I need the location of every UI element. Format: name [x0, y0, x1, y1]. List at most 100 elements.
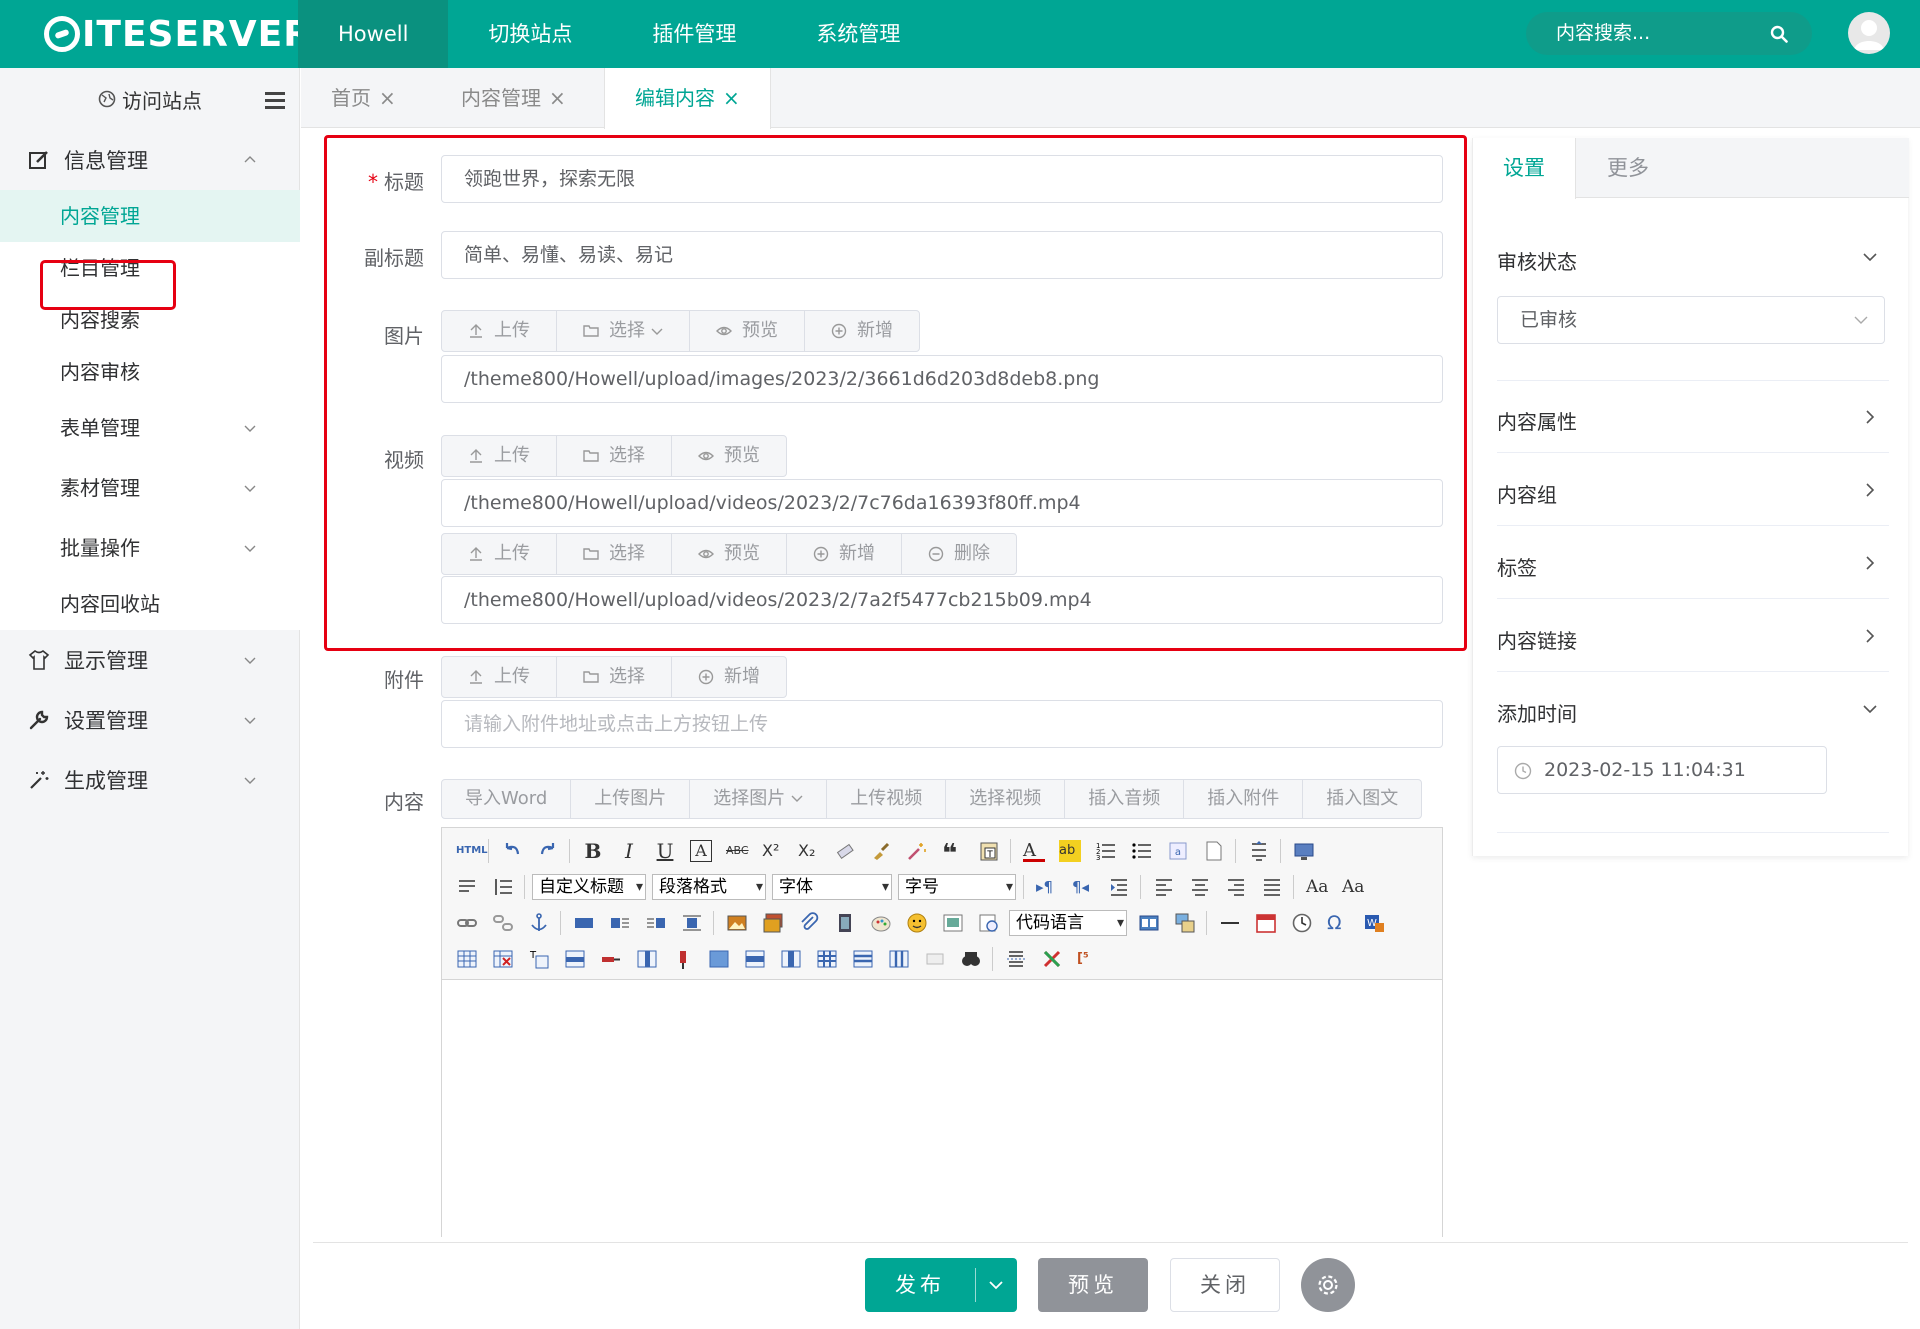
split-rows-icon[interactable] — [852, 948, 874, 970]
select-video-button[interactable]: 选择视频 — [946, 780, 1066, 818]
audit-status-select[interactable]: 已审核 — [1497, 296, 1885, 344]
nav-plugin-management[interactable]: 插件管理 — [612, 0, 776, 68]
insert-image-text-button[interactable]: 插入图文 — [1303, 780, 1421, 818]
emotion-icon[interactable] — [906, 912, 928, 934]
eraser-icon[interactable] — [834, 840, 856, 862]
delete-table-icon[interactable] — [492, 948, 514, 970]
image-left-icon[interactable] — [609, 912, 631, 934]
content-attributes-section[interactable]: 内容属性 — [1497, 406, 1889, 435]
unlink-icon[interactable] — [492, 912, 514, 934]
menu-group-generate-management[interactable]: 生成管理 — [0, 750, 300, 810]
word-image-icon[interactable]: W — [1363, 912, 1385, 934]
align-right-icon[interactable] — [1225, 876, 1247, 898]
split-cells-icon[interactable] — [816, 948, 838, 970]
close-icon[interactable]: × — [379, 86, 396, 110]
unordered-list-icon[interactable] — [1131, 840, 1153, 862]
add-time-section[interactable]: 添加时间 — [1497, 698, 1889, 727]
indent-icon[interactable] — [1108, 876, 1130, 898]
page-break-icon[interactable] — [1138, 912, 1160, 934]
blockquote-icon[interactable]: ❝ — [942, 840, 964, 868]
ordered-list-icon[interactable]: 123 — [1095, 840, 1117, 862]
sidebar-item-content-management[interactable]: 内容管理 — [0, 190, 300, 242]
tab-home[interactable]: 首页 × — [301, 68, 426, 128]
date-icon[interactable] — [1255, 912, 1277, 934]
rtl-icon[interactable]: ¶◂ — [1072, 876, 1094, 898]
publish-button[interactable]: 发布 — [865, 1258, 1017, 1312]
sidebar-item-form-management[interactable]: 表单管理 — [0, 398, 300, 458]
split-columns-icon[interactable] — [888, 948, 910, 970]
map-icon[interactable] — [978, 912, 1000, 934]
content-group-section[interactable]: 内容组 — [1497, 479, 1889, 508]
tab-more[interactable]: 更多 — [1577, 138, 1679, 198]
tab-content-management[interactable]: 内容管理 × — [431, 68, 596, 128]
image-right-icon[interactable] — [645, 912, 667, 934]
format-brush-icon[interactable] — [870, 840, 892, 862]
chevron-down-icon[interactable] — [989, 1278, 1003, 1292]
strikethrough-icon[interactable]: ABC — [726, 840, 749, 862]
lowercase-icon[interactable]: Aa — [1342, 876, 1364, 898]
audit-status-section[interactable]: 审核状态 — [1497, 246, 1889, 275]
underline-icon[interactable]: U — [654, 840, 676, 862]
upload-image-button[interactable]: 上传图片 — [571, 780, 691, 818]
content-search-input[interactable]: 内容搜索... — [1526, 12, 1812, 55]
close-button[interactable]: 关闭 — [1170, 1258, 1280, 1312]
insert-column-icon[interactable] — [636, 948, 658, 970]
select-image-button[interactable]: 选择图片 — [690, 780, 828, 818]
font-color-icon[interactable]: A — [1023, 840, 1045, 862]
sidebar-item-content-audit[interactable]: 内容审核 — [0, 346, 300, 398]
superscript-icon[interactable]: X² — [762, 840, 784, 862]
close-icon[interactable]: × — [549, 86, 566, 110]
visit-site-link[interactable]: 访问站点 — [0, 68, 300, 130]
merge-right-icon[interactable] — [744, 948, 766, 970]
insert-row-icon[interactable] — [564, 948, 586, 970]
paragraph-spacing-icon[interactable] — [456, 876, 478, 898]
nav-site-howell[interactable]: Howell — [298, 0, 449, 68]
redo-icon[interactable] — [537, 840, 559, 862]
align-left-icon[interactable] — [1153, 876, 1175, 898]
close-icon[interactable]: × — [723, 86, 740, 110]
bold-icon[interactable]: B — [582, 840, 604, 862]
italic-icon[interactable]: I — [618, 840, 640, 862]
tags-section[interactable]: 标签 — [1497, 552, 1889, 581]
content-link-section[interactable]: 内容链接 — [1497, 625, 1889, 654]
image-search-icon[interactable] — [942, 912, 964, 934]
font-border-icon[interactable]: A — [690, 840, 712, 862]
attachment-select-button[interactable]: 选择 — [557, 657, 672, 697]
preview-button[interactable]: 预览 — [1038, 1258, 1148, 1312]
row-spacing-icon[interactable] — [492, 876, 514, 898]
sidebar-item-recycle-bin[interactable]: 内容回收站 — [0, 578, 300, 630]
html-source-icon[interactable]: HTML — [456, 840, 488, 862]
line-height-icon[interactable] — [1248, 840, 1270, 862]
editor-body[interactable] — [442, 980, 1442, 1238]
search-icon[interactable] — [1770, 25, 1788, 43]
font-family-select[interactable]: 字体 — [772, 874, 892, 900]
font-size-select[interactable]: 字号 — [898, 874, 1016, 900]
tab-edit-content[interactable]: 编辑内容 × — [604, 68, 771, 129]
horizontal-rule-icon[interactable] — [1219, 912, 1241, 934]
import-word-button[interactable]: 导入Word — [442, 780, 572, 818]
menu-group-display-management[interactable]: 显示管理 — [0, 630, 300, 690]
special-chars-icon[interactable]: Ω — [1327, 912, 1349, 934]
sidebar-item-batch-operations[interactable]: 批量操作 — [0, 518, 300, 578]
undo-icon[interactable] — [501, 840, 523, 862]
nav-system-management[interactable]: 系统管理 — [776, 0, 940, 68]
merge-cells-icon[interactable] — [708, 948, 730, 970]
paste-plain-icon[interactable]: T — [978, 840, 1000, 862]
align-justify-icon[interactable] — [1261, 876, 1283, 898]
link-icon[interactable] — [456, 912, 478, 934]
print-icon[interactable] — [924, 948, 946, 970]
scrawl-icon[interactable] — [870, 912, 892, 934]
menu-toggle-icon[interactable] — [265, 92, 285, 109]
find-replace-icon[interactable] — [960, 948, 982, 970]
siteserver-logo[interactable]: ITESERVER — [44, 12, 312, 56]
subscript-icon[interactable]: X₂ — [798, 840, 820, 862]
settings-button[interactable] — [1301, 1258, 1355, 1312]
attachment-icon[interactable] — [798, 912, 820, 934]
custom-title-select[interactable]: 自定义标题 — [532, 874, 646, 900]
user-avatar[interactable] — [1848, 12, 1890, 54]
insert-attachment-button[interactable]: 插入附件 — [1184, 780, 1304, 818]
insert-audio-button[interactable]: 插入音频 — [1065, 780, 1185, 818]
delete-row-icon[interactable] — [600, 948, 622, 970]
clear-doc-icon[interactable] — [1041, 948, 1063, 970]
delete-column-icon[interactable] — [672, 948, 694, 970]
